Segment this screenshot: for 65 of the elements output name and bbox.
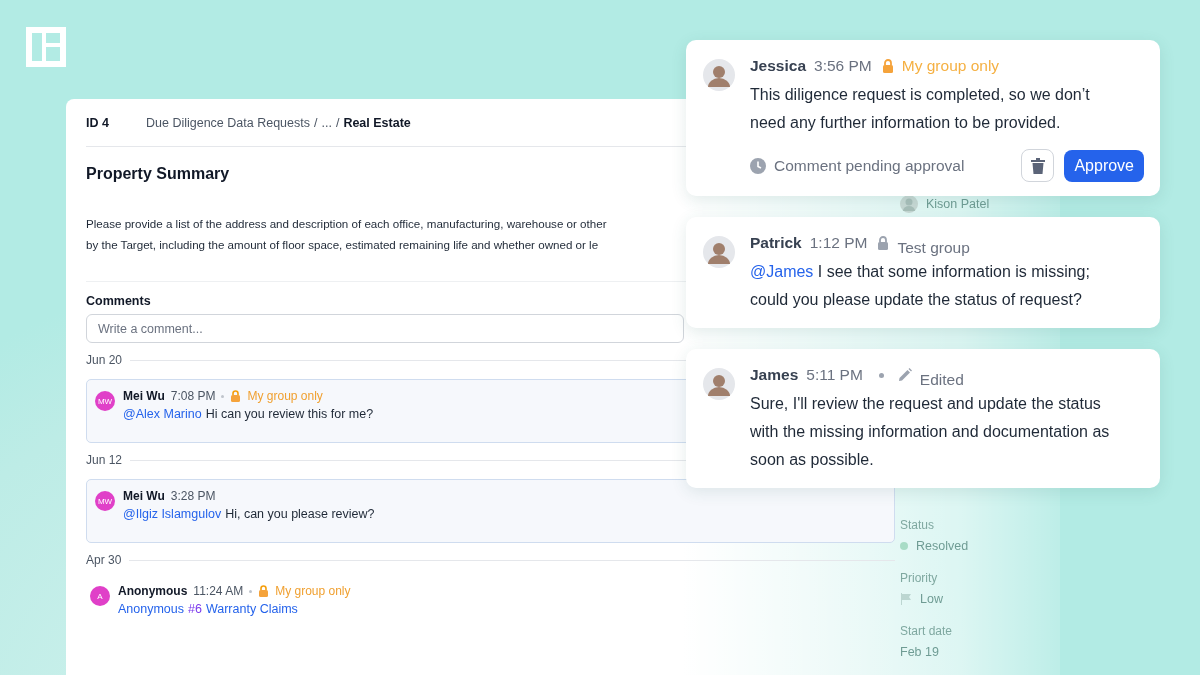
mention-link[interactable]: @Alex Marino xyxy=(123,407,202,421)
date-label: Jun 12 xyxy=(86,453,123,467)
avatar-icon xyxy=(703,59,735,91)
logo-icon xyxy=(26,27,66,67)
delete-button[interactable] xyxy=(1021,149,1055,182)
comment-time: 3:28 PM xyxy=(170,489,216,503)
date-label: Jun 20 xyxy=(86,353,123,367)
comment-time: 11:24 AM xyxy=(193,584,244,598)
author-name: Mei Wu xyxy=(123,389,165,403)
avatar-icon xyxy=(703,368,735,400)
breadcrumb-item[interactable]: Due Diligence Data Requests xyxy=(146,115,310,130)
flag-icon xyxy=(900,593,912,605)
visibility-label: My group only xyxy=(275,584,351,598)
description-line: by the Target, including the amount of floor space, estimated remaining life and whether owned or le xyxy=(86,237,599,253)
comment-time: 7:08 PM xyxy=(170,389,216,403)
breadcrumb-separator: / xyxy=(314,115,318,130)
mention-link[interactable]: @Ilgiz Islamgulov xyxy=(123,507,222,521)
mention-link[interactable]: Warranty Claims xyxy=(205,602,298,616)
author-name: Jessica xyxy=(750,57,807,75)
breadcrumb-separator: / xyxy=(335,115,340,130)
status-dot-icon xyxy=(900,542,908,550)
edited-label: Edited xyxy=(919,371,964,389)
approve-button[interactable]: Approve xyxy=(1064,149,1144,182)
mention-link[interactable]: @James xyxy=(750,263,814,280)
comment-time: 3:56 PM xyxy=(814,57,872,75)
item-id: ID 4 xyxy=(86,115,110,130)
tag-link[interactable]: #6 xyxy=(188,602,202,616)
author-name: James xyxy=(750,366,799,384)
avatar: A xyxy=(90,586,110,606)
breadcrumb-item: Real Estate xyxy=(343,115,411,130)
status-value: Resolved xyxy=(916,539,969,553)
date-value: Feb 19 xyxy=(900,645,939,659)
visibility-label: Test group xyxy=(897,239,970,257)
pending-status: Comment pending approval xyxy=(774,156,966,175)
comment-text: This diligence request is completed, so we don’t need any further information to be provided. xyxy=(750,85,1091,133)
person-avatar-icon xyxy=(900,195,918,213)
author-name: Mei Wu xyxy=(123,489,165,503)
avatar: MW xyxy=(95,491,115,511)
priority-value: Low xyxy=(920,592,943,606)
comment-text: Hi, can you please review? xyxy=(225,507,375,521)
comment-text: Sure, I'll review the request and update the status with the missing information and documentation as soon as possible. xyxy=(750,394,1110,470)
pencil-icon xyxy=(897,368,912,382)
comment-time: 5:11 PM xyxy=(806,366,863,384)
author-name: Anonymous xyxy=(118,584,188,598)
visibility-label: My group only xyxy=(901,57,1000,75)
avatar-icon xyxy=(703,236,735,268)
comment-text: Hi can you review this for me? xyxy=(205,407,374,421)
section-title: Property Summary xyxy=(86,165,230,183)
mention-link[interactable]: Anonymous xyxy=(118,602,184,616)
breadcrumb-item[interactable]: ... xyxy=(321,115,332,130)
comment-time: 1:12 PM xyxy=(809,234,868,252)
description-line: Please provide a list of the address and description of each office, manufacturing, warehouse or other xyxy=(86,216,607,232)
comment-input[interactable]: Write a comment... xyxy=(86,314,684,343)
assignee-name: Kison Patel xyxy=(926,197,990,211)
trash-icon xyxy=(1030,157,1045,174)
visibility-label: My group only xyxy=(247,389,323,403)
avatar: MW xyxy=(95,391,115,411)
author-name: Patrick xyxy=(750,234,802,252)
date-label: Apr 30 xyxy=(86,553,122,567)
field-label: Status xyxy=(900,518,936,532)
comment-text: @James I see that some information is missing; could you please update the status of request? xyxy=(750,262,1091,310)
comments-label: Comments xyxy=(86,294,151,308)
field-label: Priority xyxy=(900,571,939,585)
field-label: Start date xyxy=(900,624,954,638)
clock-icon xyxy=(750,157,766,174)
